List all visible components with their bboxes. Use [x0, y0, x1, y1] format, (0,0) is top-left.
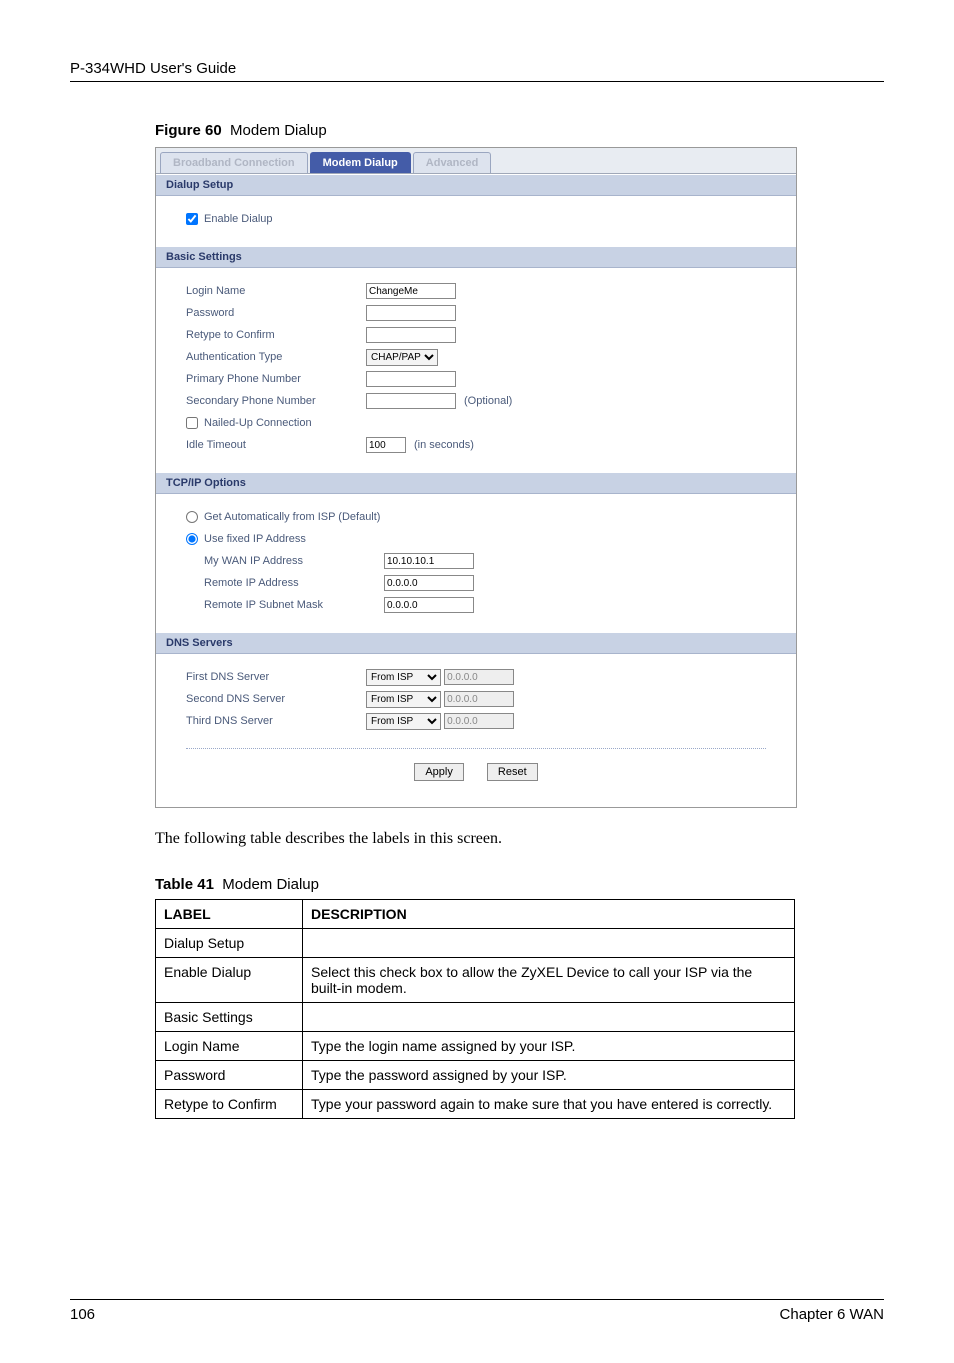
login-name-input[interactable] [366, 283, 456, 299]
idle-unit: (in seconds) [414, 439, 474, 451]
tabs-row: Broadband Connection Modem Dialup Advanc… [156, 148, 796, 174]
first-dns-select[interactable]: From ISP [366, 669, 441, 686]
remote-ip-label: Remote IP Address [186, 577, 384, 589]
table-row: Basic Settings [156, 1003, 795, 1032]
page-footer: 106 Chapter 6 WAN [70, 1299, 884, 1323]
cell-desc: Select this check box to allow the ZyXEL… [303, 958, 795, 1003]
tab-broadband[interactable]: Broadband Connection [160, 152, 308, 173]
cell-desc [303, 929, 795, 958]
section-dialup-setup: Dialup Setup [156, 174, 796, 196]
table-caption: Table 41 Modem Dialup [155, 876, 884, 893]
ip-auto-label: Get Automatically from ISP (Default) [204, 511, 380, 523]
third-dns-input[interactable] [444, 713, 514, 729]
idle-timeout-label: Idle Timeout [186, 439, 366, 451]
password-label: Password [186, 307, 366, 319]
my-wan-label: My WAN IP Address [186, 555, 384, 567]
cell-desc [303, 1003, 795, 1032]
third-dns-label: Third DNS Server [186, 715, 366, 727]
figure-title: Modem Dialup [230, 122, 327, 139]
password-input[interactable] [366, 305, 456, 321]
reset-button[interactable]: Reset [487, 763, 538, 781]
remote-mask-input[interactable] [384, 597, 474, 613]
table-row: Enable DialupSelect this check box to al… [156, 958, 795, 1003]
cell-label: Login Name [156, 1032, 303, 1061]
tab-modem-dialup[interactable]: Modem Dialup [310, 152, 411, 173]
first-dns-label: First DNS Server [186, 671, 366, 683]
section-basic-settings: Basic Settings [156, 246, 796, 268]
chapter-label: Chapter 6 WAN [780, 1306, 884, 1323]
figure-number: Figure 60 [155, 122, 222, 139]
enable-dialup-checkbox[interactable] [186, 213, 198, 225]
ip-fixed-radio[interactable] [186, 533, 198, 545]
figure-caption: Figure 60 Modem Dialup [155, 122, 884, 139]
second-dns-select[interactable]: From ISP [366, 691, 441, 708]
primary-phone-label: Primary Phone Number [186, 373, 366, 385]
optional-hint: (Optional) [464, 395, 512, 407]
secondary-phone-label: Secondary Phone Number [186, 395, 366, 407]
apply-button[interactable]: Apply [414, 763, 464, 781]
table-row: Login NameType the login name assigned b… [156, 1032, 795, 1061]
button-row: Apply Reset [186, 748, 766, 795]
remote-mask-label: Remote IP Subnet Mask [186, 599, 384, 611]
retype-input[interactable] [366, 327, 456, 343]
first-dns-input[interactable] [444, 669, 514, 685]
cell-label: Enable Dialup [156, 958, 303, 1003]
table-row: Dialup Setup [156, 929, 795, 958]
auth-type-label: Authentication Type [186, 351, 366, 363]
cell-desc: Type your password again to make sure th… [303, 1090, 795, 1119]
cell-label: Basic Settings [156, 1003, 303, 1032]
section-dns-servers: DNS Servers [156, 632, 796, 654]
th-label: LABEL [156, 900, 303, 929]
cell-label: Password [156, 1061, 303, 1090]
table-number: Table 41 [155, 876, 214, 893]
remote-ip-input[interactable] [384, 575, 474, 591]
page-header: P-334WHD User's Guide [70, 60, 884, 82]
section-tcpip-options: TCP/IP Options [156, 472, 796, 494]
screenshot-panel: Broadband Connection Modem Dialup Advanc… [155, 147, 797, 808]
third-dns-select[interactable]: From ISP [366, 713, 441, 730]
second-dns-input[interactable] [444, 691, 514, 707]
enable-dialup-label: Enable Dialup [204, 213, 273, 225]
ip-fixed-label: Use fixed IP Address [204, 533, 306, 545]
nailed-up-label: Nailed-Up Connection [204, 417, 312, 429]
login-name-label: Login Name [186, 285, 366, 297]
cell-label: Retype to Confirm [156, 1090, 303, 1119]
tab-advanced[interactable]: Advanced [413, 152, 492, 173]
table-row: Retype to ConfirmType your password agai… [156, 1090, 795, 1119]
auth-type-select[interactable]: CHAP/PAP [366, 349, 438, 366]
retype-label: Retype to Confirm [186, 329, 366, 341]
cell-desc: Type the login name assigned by your ISP… [303, 1032, 795, 1061]
page-number: 106 [70, 1306, 95, 1323]
ip-auto-radio[interactable] [186, 511, 198, 523]
primary-phone-input[interactable] [366, 371, 456, 387]
table-title: Modem Dialup [222, 876, 319, 893]
idle-timeout-input[interactable] [366, 437, 406, 453]
cell-label: Dialup Setup [156, 929, 303, 958]
second-dns-label: Second DNS Server [186, 693, 366, 705]
nailed-up-checkbox[interactable] [186, 417, 198, 429]
intro-text: The following table describes the labels… [155, 830, 884, 848]
description-table: LABEL DESCRIPTION Dialup Setup Enable Di… [155, 899, 795, 1119]
cell-desc: Type the password assigned by your ISP. [303, 1061, 795, 1090]
th-desc: DESCRIPTION [303, 900, 795, 929]
secondary-phone-input[interactable] [366, 393, 456, 409]
table-row: PasswordType the password assigned by yo… [156, 1061, 795, 1090]
my-wan-input[interactable] [384, 553, 474, 569]
